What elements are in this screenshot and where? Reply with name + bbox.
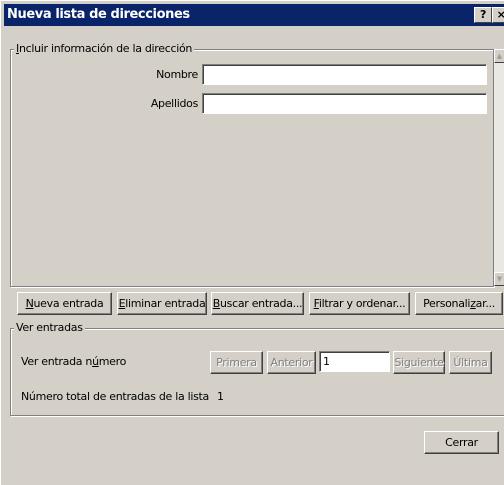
vertical-scrollbar[interactable]: ▲ ▼ xyxy=(494,49,504,286)
view-entries-legend: Ver entradas xyxy=(14,321,85,335)
previous-button[interactable]: Anterior xyxy=(267,351,316,374)
close-icon[interactable]: × xyxy=(492,7,504,23)
first-name-field[interactable] xyxy=(202,64,487,85)
delete-entry-button[interactable]: Eliminar entrada xyxy=(117,292,207,315)
customize-button[interactable]: Personalizar... xyxy=(415,292,503,315)
close-button[interactable]: Cerrar xyxy=(424,431,499,454)
total-entries-value: 1 xyxy=(217,390,224,403)
first-button[interactable]: Primera xyxy=(210,351,263,374)
window-title: Nueva lista de direcciones xyxy=(7,7,190,22)
last-name-field[interactable] xyxy=(202,93,487,114)
next-button[interactable]: Siguiente xyxy=(393,351,445,374)
title-bar[interactable]: Nueva lista de direcciones ? × xyxy=(4,4,504,26)
last-name-label: Apellidos xyxy=(150,97,198,110)
help-icon[interactable]: ? xyxy=(474,7,492,23)
entry-number-field[interactable] xyxy=(319,351,390,372)
dialog-window: Nueva lista de direcciones ? × Incluir i… xyxy=(0,0,504,485)
first-name-label: Nombre xyxy=(156,68,198,81)
entry-number-label: Ver entrada número xyxy=(21,355,127,368)
filter-sort-button[interactable]: Filtrar y ordenar... xyxy=(309,292,410,315)
new-entry-button[interactable]: Nueva entrada xyxy=(17,292,112,315)
scroll-up-icon[interactable]: ▲ xyxy=(494,49,504,63)
total-entries-label: Número total de entradas de la lista xyxy=(21,390,209,403)
address-info-legend: Incluir información de la dirección xyxy=(14,42,195,56)
scroll-down-icon[interactable]: ▼ xyxy=(494,272,504,286)
find-entry-button[interactable]: Buscar entrada... xyxy=(211,292,304,315)
last-button[interactable]: Última xyxy=(449,351,492,374)
